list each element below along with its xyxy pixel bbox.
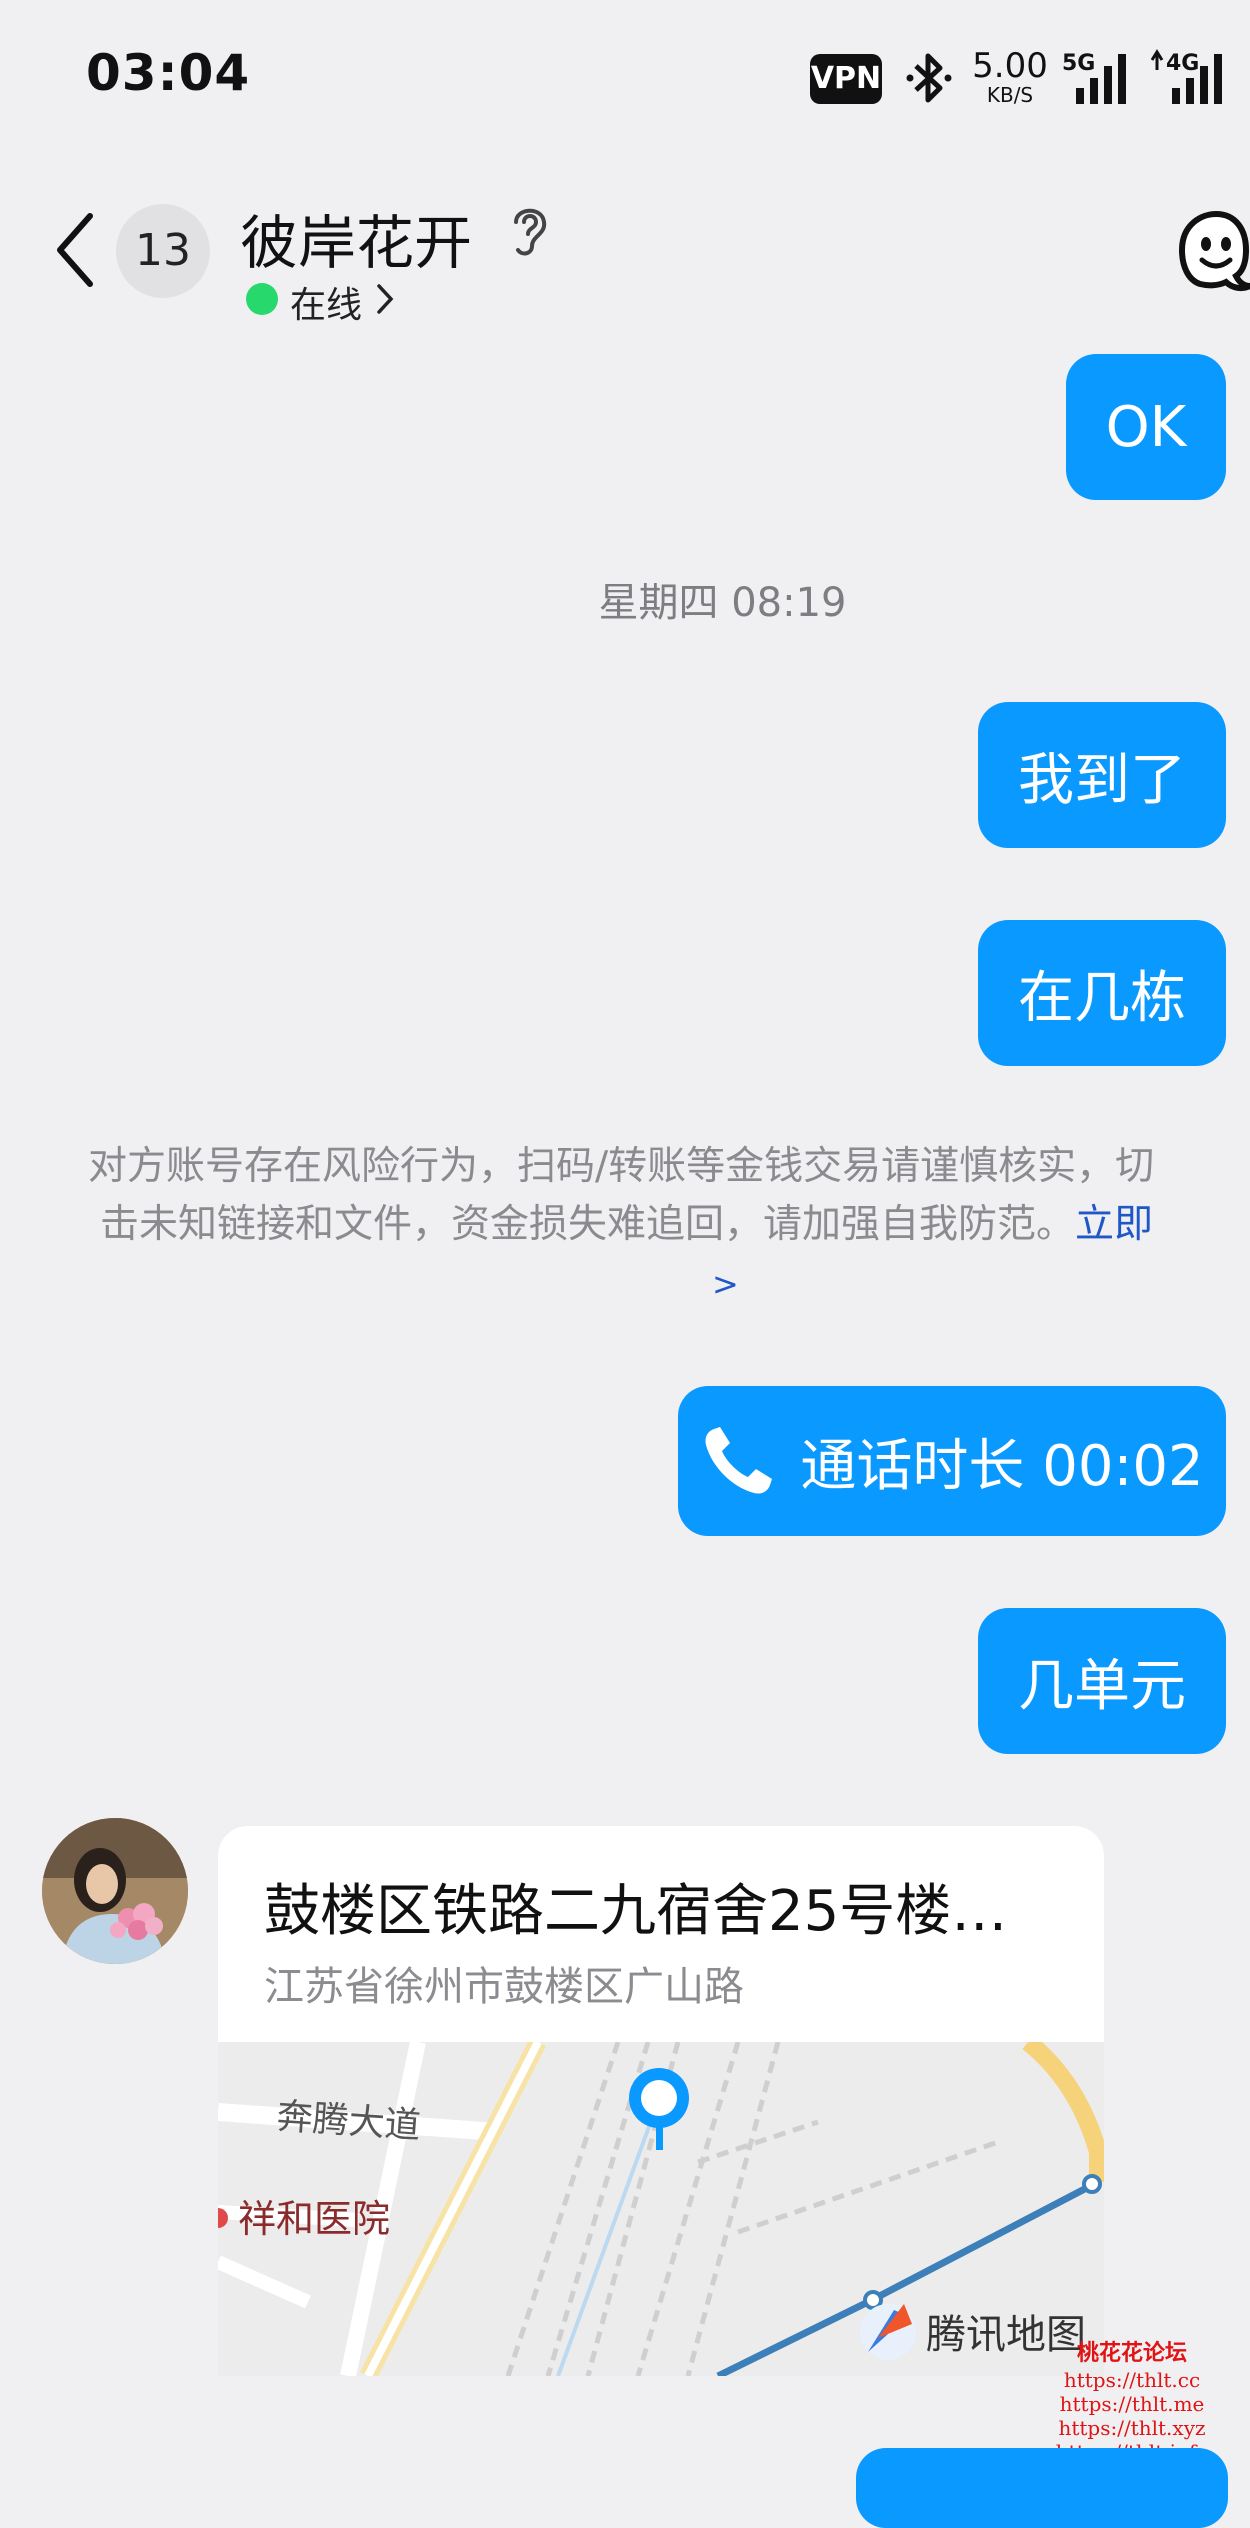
ear-icon[interactable] — [506, 200, 552, 260]
speed-unit: KB/S — [986, 83, 1034, 107]
message-timestamp: 星期四 08:19 — [598, 580, 847, 626]
speed-value: 5.00 — [972, 46, 1048, 86]
watermark-url: https://thlt.me — [1059, 2392, 1205, 2416]
back-arrow-icon[interactable] — [50, 210, 100, 290]
vpn-badge: VPN — [810, 54, 882, 104]
bluetooth-icon — [906, 53, 952, 103]
avatar-photo — [42, 1818, 188, 1964]
message-text: 在几栋 — [1018, 965, 1186, 1031]
location-card[interactable]: 鼓楼区铁路二九宿舍25号楼… 江苏省徐州市鼓楼区广山路 奔腾大道 祥和医院 腾讯… — [218, 1826, 1104, 2376]
risk-notice-line1: 对方账号存在风险行为，扫码/转账等金钱交易请谨慎核实，切 — [88, 1144, 1155, 1189]
contact-avatar[interactable] — [42, 1818, 188, 1964]
watermark-url: https://thlt.cc — [1063, 2368, 1201, 2392]
online-status-dot — [246, 283, 278, 315]
network-speed: 5.00 KB/S — [972, 48, 1048, 106]
partial-message-bubble[interactable] — [856, 2448, 1228, 2528]
unread-count-badge[interactable]: 13 — [116, 204, 210, 298]
message-bubble-arrived[interactable]: 我到了 — [978, 702, 1226, 848]
phone-icon — [705, 1427, 773, 1494]
online-status-label[interactable]: 在线 — [290, 276, 362, 328]
risk-notice-chevron[interactable]: > — [712, 1265, 739, 1303]
risk-notice-link[interactable]: 立即 — [1075, 1202, 1153, 1247]
map-hospital-label: 祥和医院 — [238, 2197, 390, 2241]
risk-warning-notice: 对方账号存在风险行为，扫码/转账等金钱交易请谨慎核实，切 击未知链接和文件，资金… — [88, 1138, 1250, 1254]
message-bubble-which-unit[interactable]: 几单元 — [978, 1608, 1226, 1754]
signal-4g-icon: 4G — [1150, 49, 1222, 104]
message-text: 我到了 — [1018, 747, 1186, 813]
risk-notice-line2: 击未知链接和文件，资金损失难追回，请加强自我防范。 — [100, 1202, 1076, 1247]
message-bubble-which-building[interactable]: 在几栋 — [978, 920, 1226, 1066]
watermark-url: https://thlt.xyz — [1058, 2416, 1206, 2440]
signal-5g-icon: 5G — [1062, 51, 1126, 104]
network-5g-label: 5G — [1062, 51, 1095, 76]
location-map[interactable]: 奔腾大道 祥和医院 腾讯地图 — [218, 2042, 1104, 2376]
message-text: OK — [1105, 394, 1187, 460]
message-text: 几单元 — [1018, 1653, 1186, 1719]
message-bubble-ok[interactable]: OK — [1066, 354, 1226, 500]
forum-watermark: 桃花花论坛 https://thlt.cc https://thlt.me ht… — [1022, 2338, 1242, 2464]
ghost-avatar-icon[interactable] — [1172, 210, 1250, 292]
location-title: 鼓楼区铁路二九宿舍25号楼… — [264, 1879, 1008, 1944]
network-4g-label: 4G — [1166, 51, 1199, 76]
call-duration-text: 通话时长 00:02 — [800, 1433, 1204, 1499]
location-address: 江苏省徐州市鼓楼区广山路 — [264, 1964, 744, 2010]
status-time: 03:04 — [86, 44, 251, 102]
contact-name[interactable]: 彼岸花开 — [240, 196, 472, 280]
call-record-bubble[interactable]: 通话时长 00:02 — [678, 1386, 1226, 1536]
chevron-right-icon[interactable] — [374, 282, 396, 316]
watermark-title: 桃花花论坛 — [1076, 2340, 1187, 2366]
